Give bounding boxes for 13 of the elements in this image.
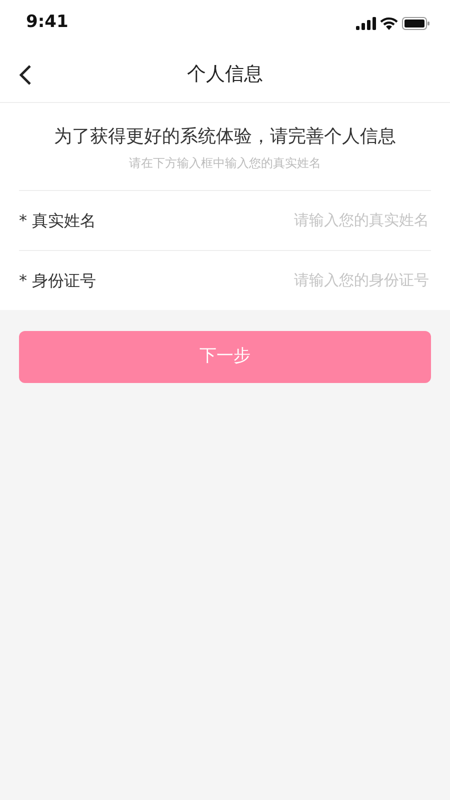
back-icon	[18, 64, 34, 86]
input-field[interactable]: 请输入您的真实姓名	[96, 208, 431, 233]
next-button[interactable]: 下一步	[19, 331, 431, 383]
intro-subheading: 请在下方输入框中输入您的真实姓名	[128, 155, 322, 172]
battery-icon	[402, 16, 430, 30]
status-time: 9:41	[26, 11, 68, 34]
field-label: * 身份证号	[19, 270, 96, 292]
signal-icon	[356, 16, 376, 30]
page-title: 个人信息	[187, 62, 263, 87]
intro-heading: 为了获得更好的系统体验，请完善个人信息	[53, 125, 397, 149]
input-field[interactable]: 请输入您的身份证号	[96, 268, 431, 293]
field-label: * 真实姓名	[19, 210, 96, 232]
wifi-icon	[380, 16, 398, 30]
